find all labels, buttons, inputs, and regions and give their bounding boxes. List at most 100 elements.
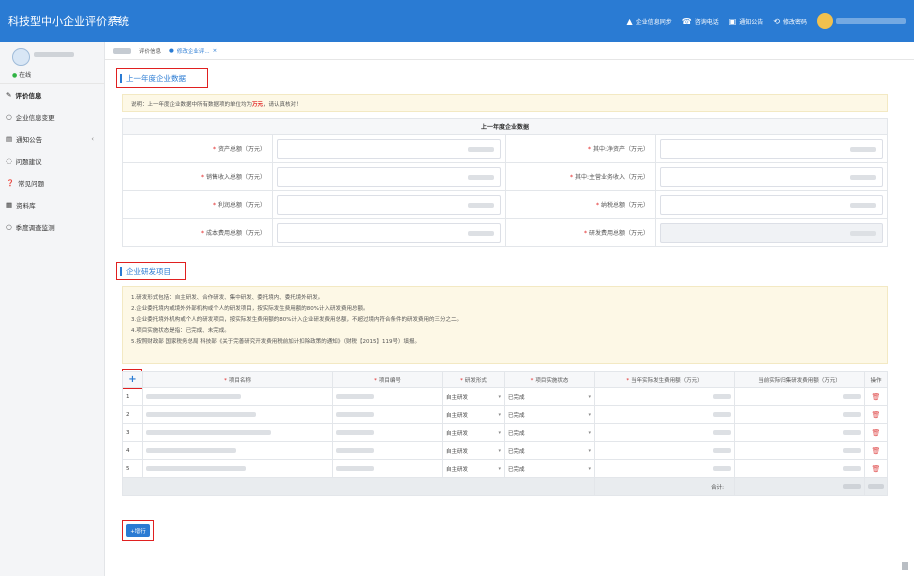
sidebar-item-faq[interactable]: ❓ 常见问题: [0, 172, 104, 194]
notice-icon: ▣: [728, 16, 737, 26]
status-select[interactable]: 已完成 ▾: [504, 387, 595, 406]
top-nav: ▲ 企业信息同步 ☎ 咨询电话 ▣ 通知公告 ⟲ 修改密码: [627, 8, 906, 34]
sync-company-info-link[interactable]: ▲ 企业信息同步: [627, 17, 672, 26]
sidebar-item-company-change[interactable]: ○ 企业信息变更: [0, 106, 104, 128]
sidebar: ● 在线 ✎ 评价信息 ○ 企业信息变更 ▤ 通知公告 ‹ ◌ 问题建议 ❓ 常…: [0, 42, 105, 576]
key-icon: ⟲: [773, 16, 780, 26]
hotline-link[interactable]: ☎ 咨询电话: [682, 17, 719, 26]
sidebar-item-suggestions[interactable]: ◌ 问题建议: [0, 150, 104, 172]
project-code-input[interactable]: [332, 405, 443, 424]
book-icon: ▦: [6, 201, 13, 209]
total-tax-input[interactable]: [660, 194, 883, 215]
actual-expense-input[interactable]: [594, 387, 735, 406]
project-name-input[interactable]: [142, 459, 333, 478]
note-line: 4.项目实施状态是指：已完成、未完成。: [131, 328, 230, 334]
sidebar-item-label: 通知公告: [16, 136, 43, 144]
project-name-input[interactable]: [142, 423, 333, 442]
total-row: 合计:: [122, 477, 888, 496]
total-cost-input[interactable]: [277, 222, 501, 243]
main-business-revenue-input[interactable]: [660, 166, 883, 187]
note-line: 2.企业委托境内或境外外部机构或个人的研发项目，按实际发生费用额的80%计入研发…: [131, 306, 369, 312]
circle-icon: ○: [6, 223, 12, 231]
user-profile: ● 在线: [0, 42, 104, 84]
project-code-input[interactable]: [332, 459, 443, 478]
form-row: * 销售收入总额（万元） * 其中:主营业务收入（万元）: [122, 162, 888, 191]
sidebar-item-evaluation[interactable]: ✎ 评价信息: [0, 84, 104, 106]
status-select[interactable]: 已完成 ▾: [504, 459, 595, 478]
tab-nav-control[interactable]: [113, 47, 131, 54]
form-row: * 利润总额（万元） * 纳税总额（万元）: [122, 190, 888, 219]
delete-row-button[interactable]: 🗑: [864, 405, 888, 424]
table-header-row: + * 项目名称 * 项目编号 * 研发形式 * 项目实施状态 * 当年实际发生费用额（万…: [122, 371, 888, 388]
menu-toggle-icon[interactable]: ≡: [112, 13, 121, 26]
trash-icon: 🗑: [871, 446, 881, 455]
table-row: 1 自主研发 ▾ 已完成 ▾ 🗑: [122, 387, 888, 406]
trash-icon: 🗑: [871, 392, 881, 401]
chat-icon: ◌: [6, 157, 12, 165]
project-name-input[interactable]: [142, 405, 333, 424]
rd-form-select[interactable]: 自主研发 ▾: [442, 387, 505, 406]
last-year-data-form: 上一年度企业数据 * 资产总额（万元） * 其中:净资产（万元） * 销售收入总额（万…: [122, 118, 888, 247]
project-code-input[interactable]: [332, 387, 443, 406]
user-name-redacted: [34, 52, 74, 57]
collected-expense-input: [734, 405, 865, 424]
form-row: * 成本费用总额（万元） * 研发费用总额（万元）: [122, 218, 888, 247]
add-row-button[interactable]: +增行: [126, 524, 150, 537]
avatar: [12, 48, 30, 66]
project-name-input[interactable]: [142, 387, 333, 406]
sales-revenue-input[interactable]: [277, 166, 501, 187]
status-select[interactable]: 已完成 ▾: [504, 423, 595, 442]
announcement-link[interactable]: ▣ 通知公告: [729, 17, 764, 26]
project-name-input[interactable]: [142, 441, 333, 460]
user-sync-icon: ▲: [626, 16, 633, 26]
circle-icon: ○: [6, 113, 12, 121]
tab-bar: 评价信息 ● 修改企业评... ×: [105, 42, 914, 60]
delete-row-button[interactable]: 🗑: [864, 423, 888, 442]
tab-evaluation[interactable]: 评价信息: [139, 47, 161, 55]
rd-projects-table: + * 项目名称 * 项目编号 * 研发形式 * 项目实施状态 * 当年实际发生费用额（万…: [122, 371, 888, 496]
sidebar-item-announcements[interactable]: ▤ 通知公告 ‹: [0, 128, 104, 150]
actual-expense-input[interactable]: [594, 405, 735, 424]
note-line: 5.按照财政部 国家税务总局 科技部《关于完善研究开发费用税前加计扣除政策的通知…: [131, 339, 420, 345]
rd-form-select[interactable]: 自主研发 ▾: [442, 441, 505, 460]
actual-expense-input[interactable]: [594, 459, 735, 478]
status-select[interactable]: 已完成 ▾: [504, 441, 595, 460]
app-title: 科技型中小企业评价系统: [8, 15, 129, 28]
list-icon: ▤: [6, 135, 13, 143]
total-assets-input[interactable]: [277, 138, 501, 159]
sidebar-item-quarterly-survey[interactable]: ○ 季度调查监测: [0, 216, 104, 238]
scrollbar-thumb[interactable]: [902, 562, 908, 570]
top-bar: 科技型中小企业评价系统 ≡ ▲ 企业信息同步 ☎ 咨询电话 ▣ 通知公告 ⟲ 修…: [0, 0, 914, 42]
collected-expense-input: [734, 459, 865, 478]
actual-expense-input[interactable]: [594, 423, 735, 442]
delete-row-button[interactable]: 🗑: [864, 459, 888, 478]
avatar: [817, 13, 833, 29]
total-profit-input[interactable]: [277, 194, 501, 215]
close-icon: ×: [212, 47, 218, 54]
actual-expense-input[interactable]: [594, 441, 735, 460]
status-select[interactable]: 已完成 ▾: [504, 405, 595, 424]
tab-edit-evaluation[interactable]: ● 修改企业评... ×: [169, 47, 217, 55]
add-project-icon[interactable]: +: [122, 371, 143, 388]
user-menu[interactable]: [817, 13, 906, 29]
rd-form-select[interactable]: 自主研发 ▾: [442, 405, 505, 424]
rd-form-select[interactable]: 自主研发 ▾: [442, 459, 505, 478]
project-code-input[interactable]: [332, 423, 443, 442]
main-content: 上一年度企业数据 说明：上一年度企业数据中所有数据项的单位均为万元，请认真核对！…: [112, 64, 892, 576]
collected-expense-input: [734, 441, 865, 460]
net-assets-input[interactable]: [660, 138, 883, 159]
project-code-input[interactable]: [332, 441, 443, 460]
change-password-link[interactable]: ⟲ 修改密码: [773, 17, 807, 26]
table-row: 2 自主研发 ▾ 已完成 ▾ 🗑: [122, 405, 888, 424]
delete-row-button[interactable]: 🗑: [864, 441, 888, 460]
delete-row-button[interactable]: 🗑: [864, 387, 888, 406]
collected-expense-input: [734, 387, 865, 406]
rd-expense-total-input: [660, 222, 883, 243]
section-title-rd-projects: 企业研发项目: [120, 267, 171, 276]
sidebar-item-label: 季度调查监测: [15, 224, 55, 232]
rd-form-select[interactable]: 自主研发 ▾: [442, 423, 505, 442]
table-row: 5 自主研发 ▾ 已完成 ▾ 🗑: [122, 459, 888, 478]
sidebar-item-library[interactable]: ▦ 资料库: [0, 194, 104, 216]
section-title-last-year: 上一年度企业数据: [120, 74, 186, 83]
rd-notes: 1.研发形式包括：自主研发、合作研发、集中研发、委托境内、委托境外研发。 2.企…: [122, 286, 888, 364]
